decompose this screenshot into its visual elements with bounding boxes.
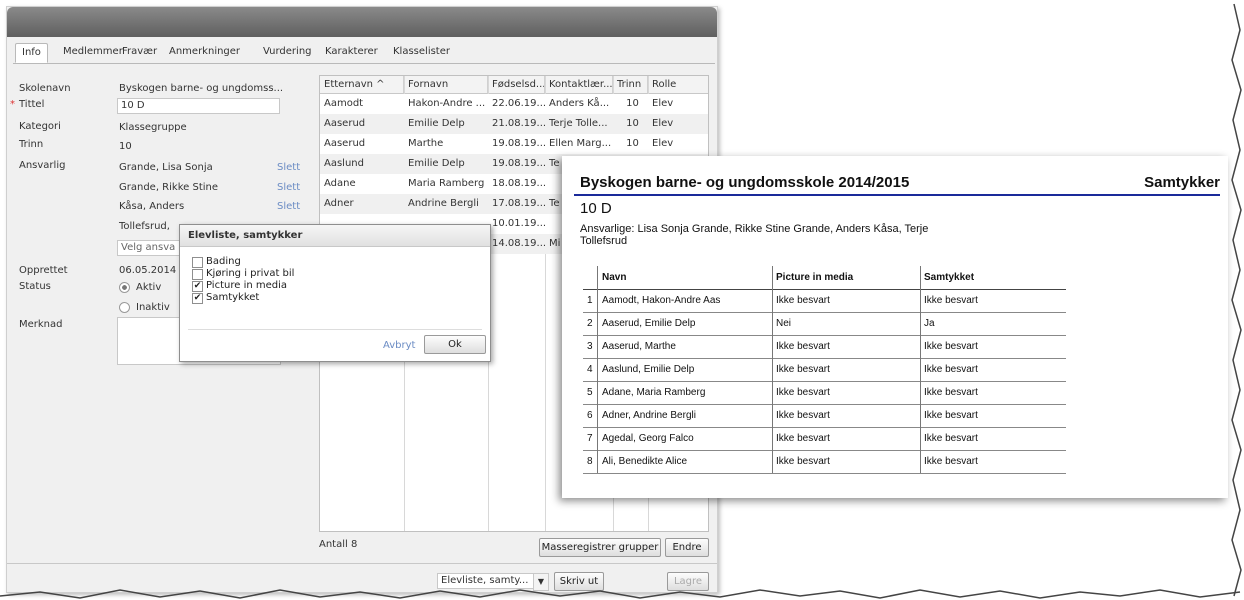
- torn-edge-decoration: [0, 3, 1242, 599]
- bottom-torn-line: [0, 589, 1241, 599]
- right-torn-line: [1231, 3, 1242, 597]
